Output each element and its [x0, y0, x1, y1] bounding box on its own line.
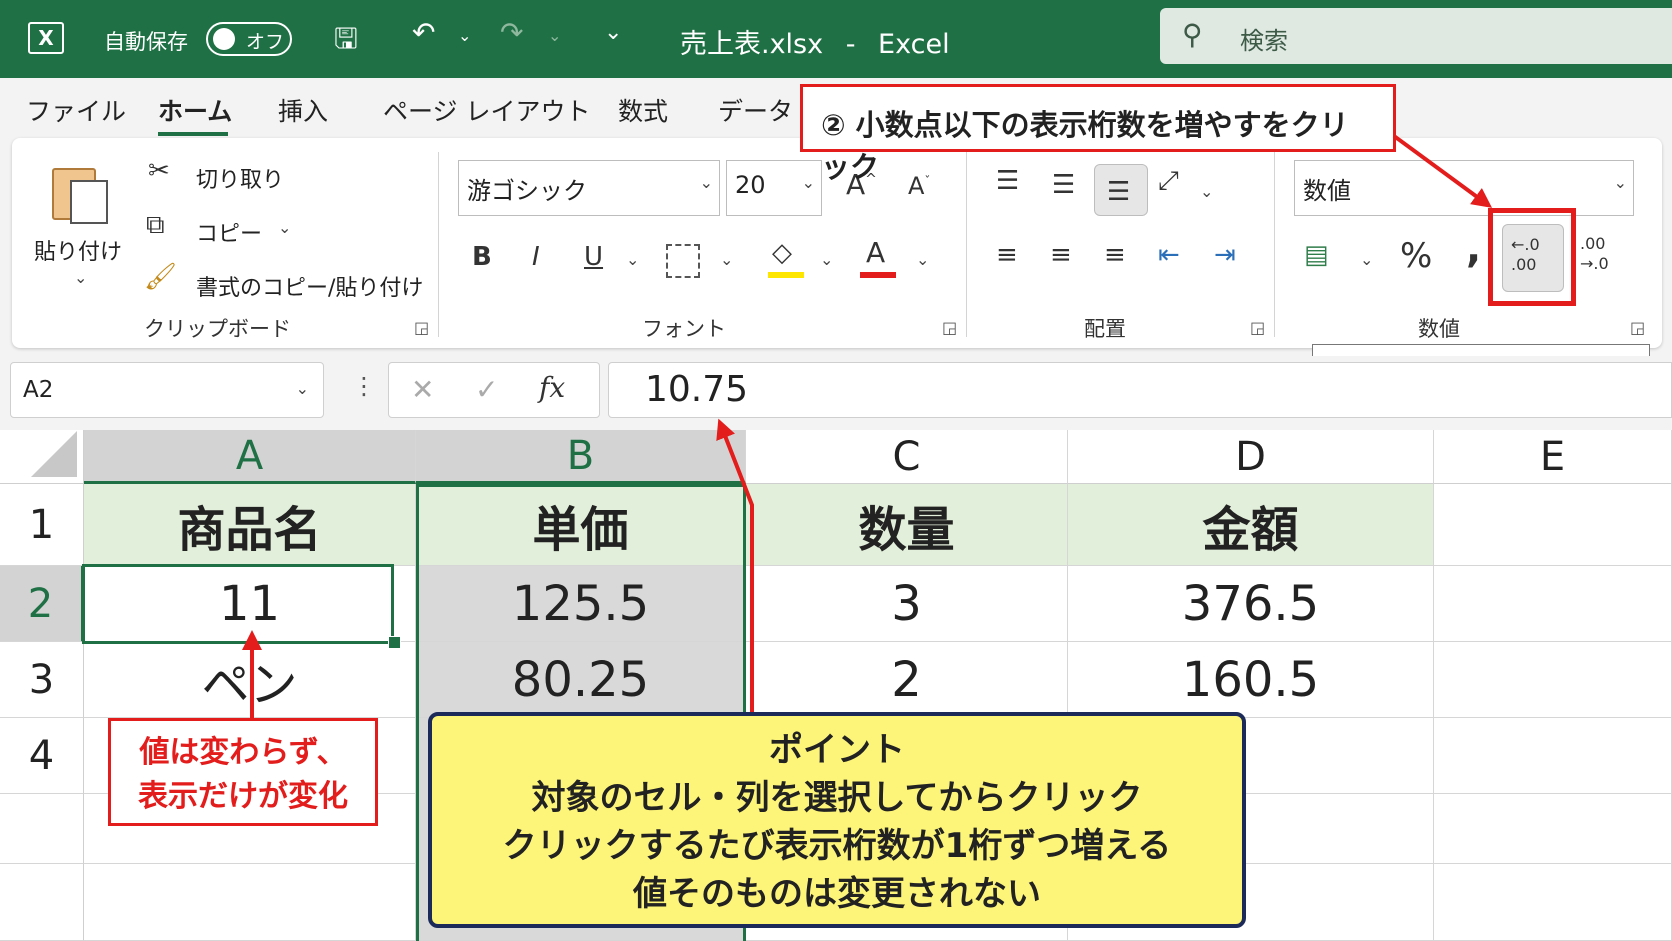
value-note-callout: 値は変わらず、 表示だけが変化: [108, 718, 378, 826]
point-line2: クリックするたび表示桁数が1桁ずつ増える: [502, 826, 1172, 866]
arrow-to-formula-value: [716, 418, 754, 712]
point-title: ポイント: [769, 730, 905, 770]
point-line1: 対象のセル・列を選択してからクリック: [531, 778, 1143, 818]
value-note-line2: 表示だけが変化: [138, 779, 348, 814]
point-line3: 値そのものは変更されない: [633, 874, 1041, 914]
arrow-to-increase-decimal: [1392, 134, 1493, 208]
point-callout: ポイント 対象のセル・列を選択してからクリック クリックするたび表示桁数が1桁ず…: [428, 712, 1246, 928]
value-note-line1: 値は変わらず、: [139, 735, 347, 770]
